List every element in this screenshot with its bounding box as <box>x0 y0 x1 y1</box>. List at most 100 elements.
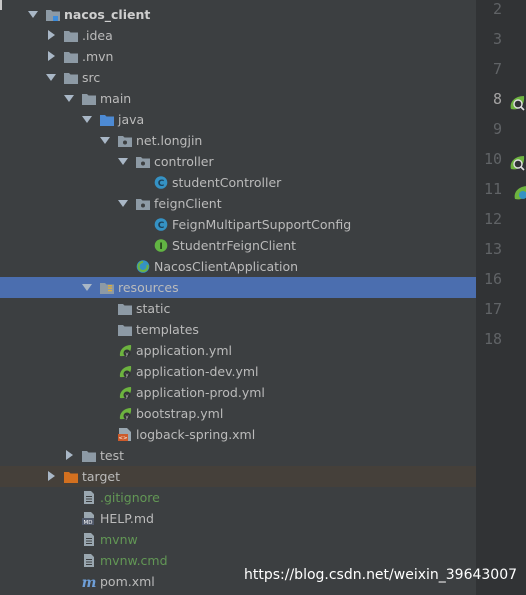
tree-item[interactable]: target <box>0 466 476 487</box>
tree-item-label: test <box>100 448 125 463</box>
interface-icon: I <box>154 239 168 252</box>
collapse-arrow-icon[interactable] <box>48 51 55 61</box>
collapse-arrow-icon[interactable] <box>48 30 55 40</box>
tree-item[interactable]: controller <box>0 151 476 172</box>
svg-text:C: C <box>158 179 165 189</box>
tree-item[interactable]: nacos_client <box>0 4 476 25</box>
line-number: 16 <box>483 270 502 288</box>
tree-item-label: logback-spring.xml <box>136 427 256 442</box>
folder-icon <box>64 29 78 42</box>
tree-item[interactable]: net.longjin <box>0 130 476 151</box>
expand-arrow-icon[interactable] <box>46 74 56 81</box>
project-tree[interactable]: nacos_client .idea .mvn src main java net.long… <box>0 0 476 595</box>
tree-item-label: controller <box>154 154 214 169</box>
tree-item-label: HELP.md <box>100 511 154 526</box>
collapse-arrow-icon[interactable] <box>48 471 55 481</box>
tree-item[interactable]: templates <box>0 319 476 340</box>
text-file-icon <box>82 554 96 567</box>
tree-item-label: src <box>82 70 101 85</box>
svg-text:<>: <> <box>118 436 128 441</box>
line-number: 3 <box>492 30 502 48</box>
spring-yml-icon: y <box>118 344 132 357</box>
class-icon: C <box>154 176 168 189</box>
spring-yml-icon: y <box>118 365 132 378</box>
tree-item-label: application-dev.yml <box>136 364 259 379</box>
tree-item[interactable]: MD HELP.md <box>0 508 476 529</box>
tree-item-label: templates <box>136 322 199 337</box>
tree-item[interactable]: .mvn <box>0 46 476 67</box>
line-number: 12 <box>483 210 502 228</box>
folder-icon <box>118 302 132 315</box>
tree-item-label: main <box>100 91 132 106</box>
resources-folder-icon <box>100 281 114 294</box>
tree-item[interactable]: y bootstrap.yml <box>0 403 476 424</box>
svg-text:MD: MD <box>84 520 93 525</box>
package-icon <box>118 134 132 147</box>
line-number: 9 <box>492 120 502 138</box>
line-number: 13 <box>483 240 502 258</box>
tree-item-label: StudentrFeignClient <box>172 238 297 253</box>
tree-item-label: net.longjin <box>136 133 203 148</box>
expand-arrow-icon[interactable] <box>118 200 128 207</box>
module-folder-icon <box>46 8 60 21</box>
expand-arrow-icon[interactable] <box>118 158 128 165</box>
markdown-file-icon: MD <box>82 512 96 526</box>
tree-item[interactable]: y application.yml <box>0 340 476 361</box>
tree-item[interactable]: CstudentController <box>0 172 476 193</box>
tree-item-label: bootstrap.yml <box>136 406 224 421</box>
line-number: 7 <box>492 60 502 78</box>
tree-item[interactable]: feignClient <box>0 193 476 214</box>
tree-item-label: static <box>136 301 171 316</box>
tree-item[interactable]: C FeignMultipartSupportConfig <box>0 214 476 235</box>
expand-arrow-icon[interactable] <box>100 137 110 144</box>
tree-item[interactable]: static <box>0 298 476 319</box>
tree-item-label: .mvn <box>82 49 114 64</box>
tree-item[interactable]: NacosClientApplication <box>0 256 476 277</box>
tree-item-label: .gitignore <box>100 490 160 505</box>
line-number: 8 <box>492 90 502 108</box>
line-number: 10 <box>483 150 502 168</box>
line-number: 17 <box>483 300 502 318</box>
package-icon <box>136 197 150 210</box>
tree-item-label: NacosClientApplication <box>154 259 299 274</box>
line-number: 11 <box>483 180 502 198</box>
spring-bean-gutter-icon[interactable] <box>512 184 526 202</box>
tree-item-label: resources <box>118 280 179 295</box>
tree-item[interactable]: main <box>0 88 476 109</box>
tree-item[interactable]: mvnw <box>0 529 476 550</box>
run-gutter-icon[interactable] <box>508 94 526 112</box>
tree-item-label: java <box>118 112 145 127</box>
run-gutter-icon[interactable] <box>508 154 526 172</box>
expand-arrow-icon[interactable] <box>28 11 38 18</box>
expand-arrow-icon[interactable] <box>82 284 92 291</box>
window-edge-marker <box>0 0 2 10</box>
tree-item[interactable]: I StudentrFeignClient <box>0 235 476 256</box>
tree-item[interactable]: .gitignore <box>0 487 476 508</box>
package-icon <box>136 155 150 168</box>
spring-yml-icon: y <box>118 407 132 420</box>
collapse-arrow-icon[interactable] <box>66 450 73 460</box>
tree-item[interactable]: .idea <box>0 25 476 46</box>
expand-arrow-icon[interactable] <box>64 95 74 102</box>
tree-item-label: studentController <box>172 175 282 190</box>
spring-boot-class-icon <box>136 260 150 273</box>
svg-text:m: m <box>82 575 96 588</box>
svg-text:I: I <box>159 242 162 252</box>
tree-item[interactable]: java <box>0 109 476 130</box>
class-icon: C <box>154 218 168 231</box>
tree-item-label: application.yml <box>136 343 232 358</box>
svg-text:C: C <box>158 221 165 231</box>
folder-icon <box>64 50 78 63</box>
tree-item[interactable]: y application-dev.yml <box>0 361 476 382</box>
expand-arrow-icon[interactable] <box>82 116 92 123</box>
tree-item[interactable]: <> logback-spring.xml <box>0 424 476 445</box>
tree-item[interactable]: resources <box>0 277 476 298</box>
tree-item[interactable]: src <box>0 67 476 88</box>
tree-item-label: pom.xml <box>100 574 155 589</box>
line-number: 2 <box>492 0 502 18</box>
line-number: 18 <box>483 330 502 348</box>
text-file-icon <box>82 491 96 504</box>
tree-item[interactable]: test <box>0 445 476 466</box>
tree-item[interactable]: y application-prod.yml <box>0 382 476 403</box>
tree-item-label: mvnw <box>100 532 138 547</box>
